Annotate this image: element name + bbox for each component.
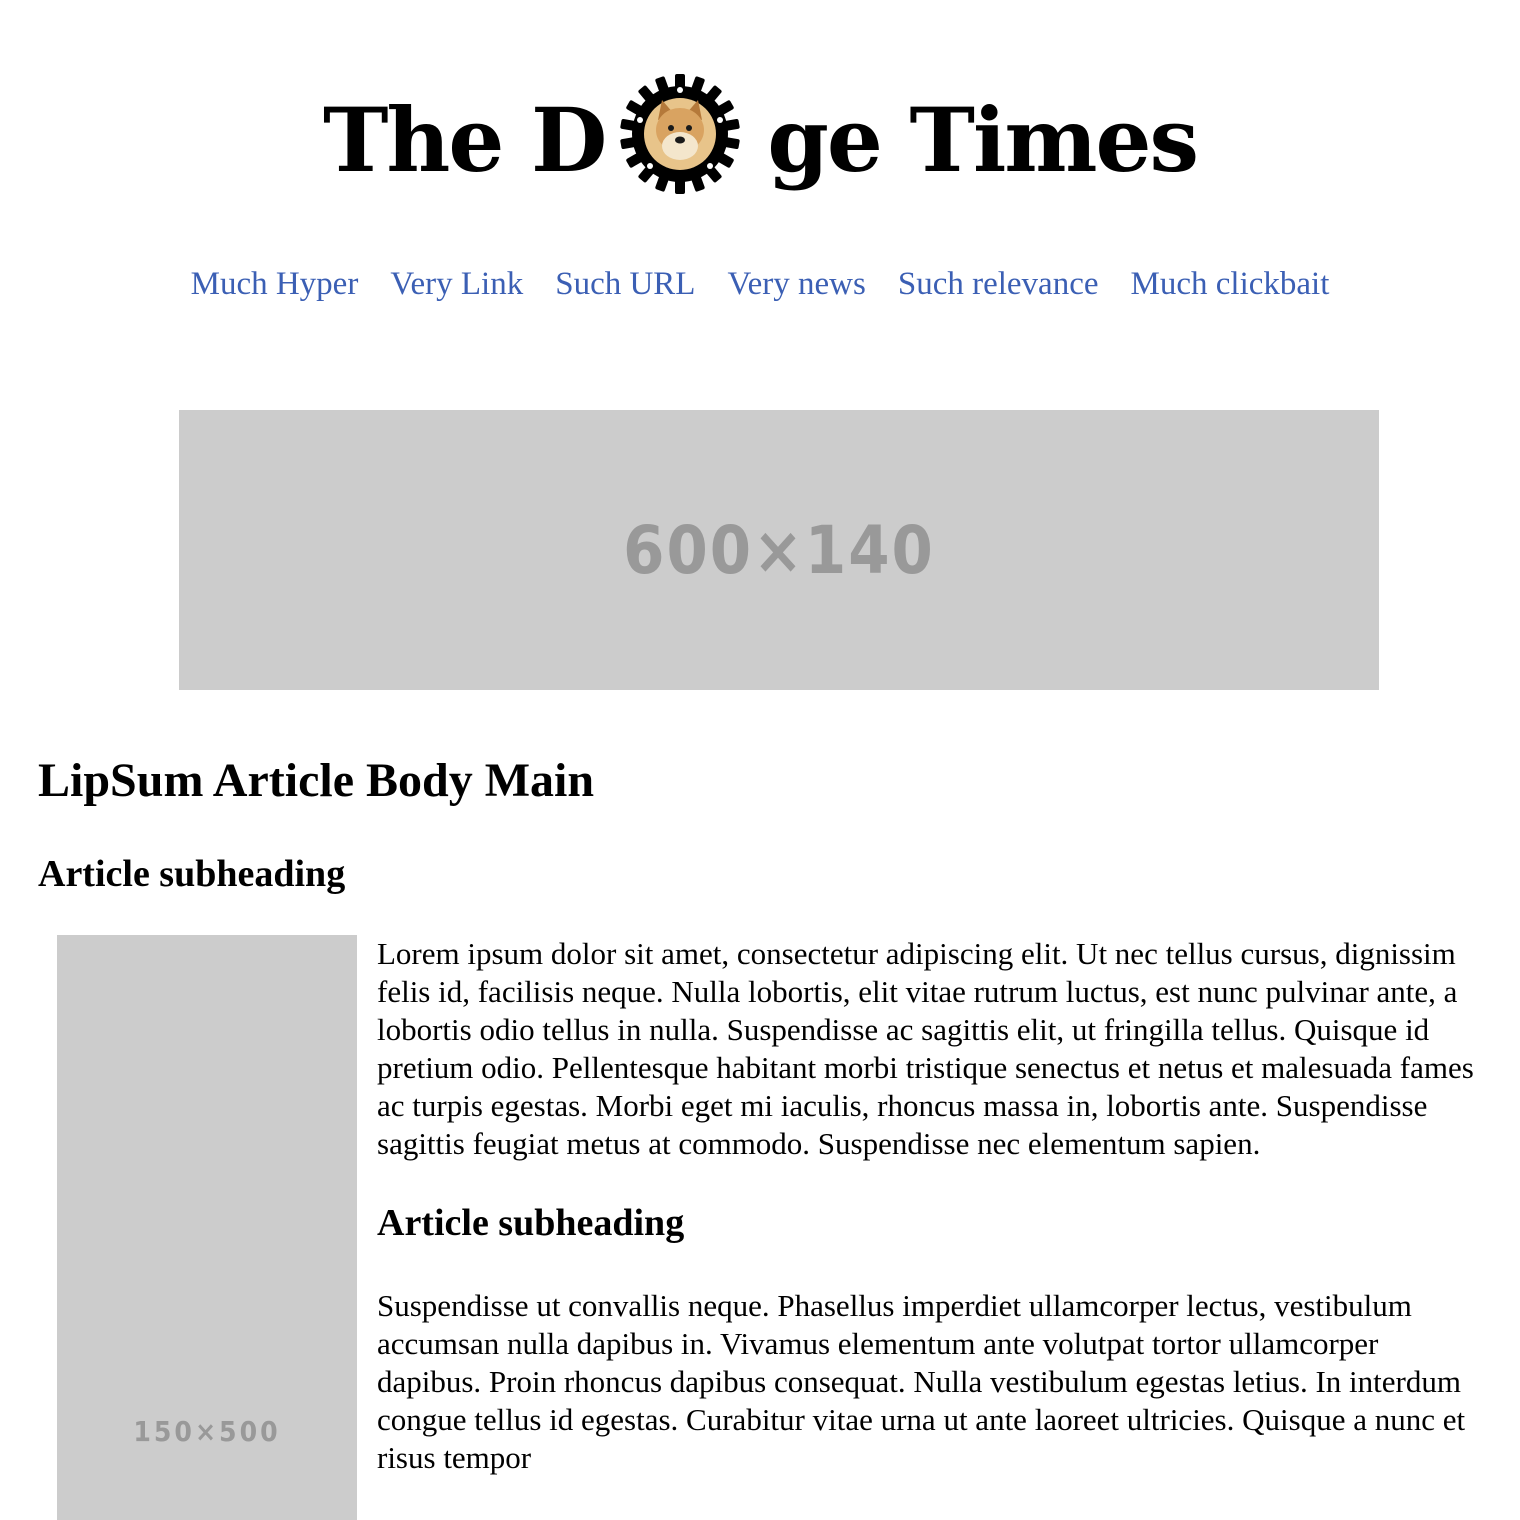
sidebar-image-placeholder: 150×500 bbox=[57, 935, 357, 1520]
page: The D ge Times Much Hyper Very Link Such… bbox=[0, 0, 1520, 1520]
article-title: LipSum Article Body Main bbox=[38, 754, 595, 807]
article-paragraph: Lorem ipsum dolor sit amet, consectetur … bbox=[377, 936, 1474, 1161]
doge-gear-icon[interactable] bbox=[619, 73, 741, 195]
article-body: Lorem ipsum dolor sit amet, consectetur … bbox=[377, 935, 1482, 1477]
article-paragraph-secondary: Suspendisse ut convallis neque. Phasellu… bbox=[377, 1287, 1466, 1475]
nav-link-much-clickbait[interactable]: Much clickbait bbox=[1131, 266, 1330, 303]
nav-link-very-link[interactable]: Very Link bbox=[390, 266, 523, 303]
banner-size-label: 600×140 bbox=[623, 511, 935, 589]
banner-image-placeholder: 600×140 bbox=[179, 410, 1379, 690]
nav-link-much-hyper[interactable]: Much Hyper bbox=[191, 266, 359, 303]
nav-link-such-relevance[interactable]: Such relevance bbox=[898, 266, 1099, 303]
nav-link-such-url[interactable]: Such URL bbox=[555, 266, 695, 303]
masthead: The D ge Times bbox=[0, 70, 1520, 210]
site-title-after: ge Times bbox=[767, 88, 1199, 192]
nav-link-very-news[interactable]: Very news bbox=[727, 266, 865, 303]
sidebar-image-size-label: 150×500 bbox=[133, 1415, 281, 1448]
main-nav: Much Hyper Very Link Such URL Very news … bbox=[0, 266, 1520, 303]
article-subheading-secondary: Article subheading bbox=[377, 1202, 685, 1244]
site-title-before: The D bbox=[322, 88, 607, 192]
article-subheading: Article subheading bbox=[38, 853, 346, 895]
